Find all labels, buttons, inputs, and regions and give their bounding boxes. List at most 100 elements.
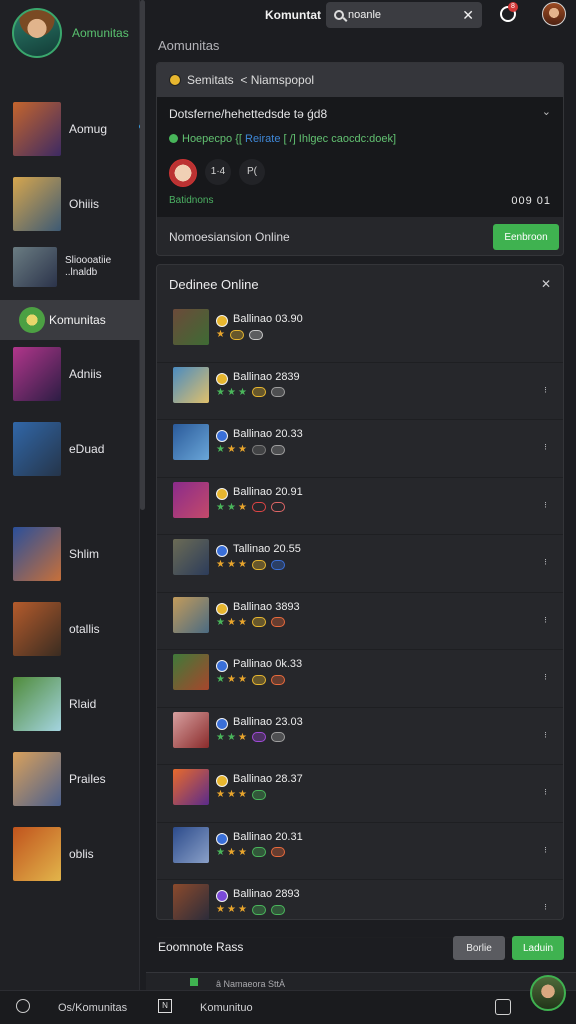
more-icon[interactable]: ⁝: [544, 672, 547, 683]
sidebar-item[interactable]: eDuad: [0, 420, 140, 478]
community-thumbnail: [13, 677, 61, 731]
star-icon: ★: [226, 789, 236, 800]
reaction-button[interactable]: P(: [239, 159, 265, 185]
nav-item-communities[interactable]: Os/Komunitas: [58, 1002, 127, 1014]
gamepad-icon[interactable]: [495, 999, 511, 1015]
list-item[interactable]: â Namaeora SttÀ: [146, 972, 576, 990]
nav-item-community[interactable]: Komunituo: [200, 1002, 253, 1014]
member-row[interactable]: Ballinao 03.90 ★: [157, 305, 563, 363]
badge-icon: [251, 387, 266, 397]
member-row[interactable]: Pallinao 0k.33 ★ ★ ★ ⁝: [157, 650, 563, 708]
rank-icon: [216, 775, 228, 787]
rank-icon: [216, 602, 228, 615]
member-row[interactable]: Tallinao 20.55 ★ ★ ★ ⁝: [157, 535, 563, 593]
channel-icon: [190, 978, 198, 986]
badge-icon: [251, 617, 266, 627]
member-row[interactable]: Ballinao 23.03 ★ ★ ★ ⁝: [157, 708, 563, 765]
sidebar-item[interactable]: Komunitas: [0, 300, 140, 340]
badge-icon: [251, 847, 266, 857]
sidebar-item[interactable]: Slioooatiie ..lnaldb: [0, 245, 140, 289]
member-avatar: [173, 481, 209, 518]
sidebar-item[interactable]: Adniis: [0, 345, 140, 403]
profile-avatar[interactable]: [12, 8, 62, 58]
member-name: Ballinao 20.31: [233, 830, 303, 843]
star-icon: ★: [226, 386, 236, 398]
nav-box-icon[interactable]: N: [158, 999, 172, 1013]
reaction-button[interactable]: 1·4: [205, 159, 231, 185]
badge-icon: [251, 732, 266, 742]
search-box[interactable]: ✕: [326, 2, 482, 28]
star-icon: ★: [216, 559, 225, 570]
member-row[interactable]: Ballinao 28.37 ★ ★ ★ ⁝: [157, 765, 563, 823]
sidebar-item-label: oblis: [69, 847, 94, 861]
user-avatar[interactable]: [542, 2, 566, 26]
join-button[interactable]: Eenbroon: [493, 224, 559, 250]
more-icon[interactable]: ⁝: [544, 730, 547, 741]
nav-avatar[interactable]: [530, 975, 566, 1011]
sidebar-scrollbar[interactable]: [140, 0, 145, 510]
coin-icon: [169, 74, 181, 86]
badge-icon: [270, 559, 285, 570]
primary-button[interactable]: Laduin: [512, 936, 564, 960]
badge-icon: [270, 444, 285, 455]
member-name: Ballinao 23.03: [233, 715, 303, 728]
post-header-label: Semitats < Niamspopol: [187, 73, 315, 87]
badge-icon: [251, 444, 266, 455]
sidebar-item-label: Prailes: [69, 772, 106, 786]
sidebar-item[interactable]: Aomug: [0, 100, 140, 158]
badge-icon: [270, 387, 285, 397]
more-icon[interactable]: ⁝: [544, 442, 547, 453]
more-icon[interactable]: ⁝: [544, 557, 547, 568]
more-icon[interactable]: ⁝: [544, 787, 547, 798]
more-icon[interactable]: ⁝: [544, 845, 547, 856]
more-icon[interactable]: ⁝: [544, 500, 547, 511]
member-row[interactable]: Ballinao 3893 ★ ★ ★ ⁝: [157, 593, 563, 650]
sidebar-item-label: Ohiiis: [69, 197, 100, 211]
star-icon: ★: [226, 674, 236, 685]
post-sub-link[interactable]: Reirate: [245, 133, 280, 145]
member-avatar: [173, 424, 209, 460]
close-icon[interactable]: ✕: [462, 7, 474, 24]
sidebar-item[interactable]: otallis: [0, 600, 140, 658]
sidebar-item[interactable]: Ohiiis: [0, 175, 140, 233]
chevron-down-icon[interactable]: ⌄: [542, 105, 551, 118]
post-header[interactable]: Semitats < Niamspopol: [157, 63, 563, 97]
member-row[interactable]: Ballinao 20.33 ★ ★ ★ ⁝: [157, 420, 563, 478]
member-row[interactable]: Ballinao 2839 ★ ★ ★ ⁝: [157, 363, 563, 420]
badge-icon: [251, 674, 266, 685]
community-thumbnail: [13, 102, 61, 156]
badge-icon: [229, 329, 244, 340]
star-icon: ★: [237, 501, 247, 513]
member-row[interactable]: Ballinao 20.91 ★ ★ ★ ⁝: [157, 478, 563, 535]
member-row[interactable]: Ballinao 20.31 ★ ★ ★ ⁝: [157, 823, 563, 880]
secondary-button[interactable]: Borlie: [453, 936, 505, 960]
close-icon[interactable]: ✕: [541, 277, 551, 291]
sidebar-item[interactable]: Shlim: [0, 525, 140, 583]
badge-icon: [270, 502, 285, 512]
rank-icon: [216, 315, 228, 327]
online-members-panel: Dedinee Online ✕ Ballinao 03.90 ★ Ballinao…: [156, 264, 564, 938]
sidebar-item[interactable]: Prailes: [0, 750, 140, 808]
more-icon[interactable]: ⁝: [544, 902, 547, 913]
sidebar-item[interactable]: Rlaid: [0, 675, 140, 733]
more-icon[interactable]: ⁝: [544, 615, 547, 626]
rank-icon: [216, 372, 228, 385]
badge-icon: [248, 329, 263, 340]
notification-badge: 8: [508, 2, 518, 12]
post-body: Dotsferne/hehettedsde tǝ ǵd8 ⌄ Hoepecpo …: [157, 97, 563, 217]
home-icon[interactable]: [16, 999, 30, 1013]
bottom-title: Eoomnote Rass: [158, 940, 244, 954]
member-name: Ballinao 03.90: [233, 313, 303, 325]
sidebar-item[interactable]: oblis: [0, 825, 140, 883]
star-icon: ★: [216, 501, 225, 513]
member-avatar: [173, 826, 209, 863]
member-rating: ★ ★ ★: [216, 444, 285, 455]
search-input[interactable]: [348, 9, 458, 21]
more-icon[interactable]: ⁝: [544, 385, 547, 396]
star-icon: ★: [226, 501, 236, 513]
sidebar-item-label: Rlaid: [69, 697, 97, 711]
post-footer-label[interactable]: Batidnons: [169, 195, 213, 206]
badge-icon: [270, 904, 285, 915]
reaction-face-icon[interactable]: [169, 159, 197, 187]
community-thumbnail: [13, 527, 61, 581]
